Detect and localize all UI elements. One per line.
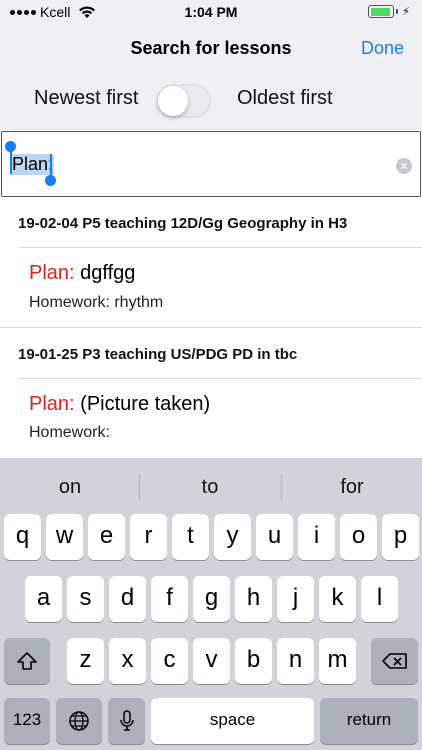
lesson-homework: Homework: xyxy=(29,424,110,441)
keyboard: on to for q w e r t y u i o p a s d f g … xyxy=(0,458,422,750)
key-s[interactable]: s xyxy=(67,576,104,622)
oldest-first-label: Oldest first xyxy=(237,87,333,109)
lesson-plan[interactable]: Plan: (Picture taken) xyxy=(29,393,210,416)
clear-icon[interactable]: × xyxy=(396,158,412,174)
key-t[interactable]: t xyxy=(172,514,209,560)
globe-key[interactable] xyxy=(56,698,102,744)
backspace-key[interactable] xyxy=(371,638,418,684)
done-button[interactable]: Done xyxy=(361,38,404,59)
key-u[interactable]: u xyxy=(256,514,293,560)
key-v[interactable]: v xyxy=(193,638,230,684)
divider xyxy=(18,247,422,248)
key-i[interactable]: i xyxy=(298,514,335,560)
page-title: Search for lessons xyxy=(130,38,292,58)
globe-icon xyxy=(69,710,89,731)
toggle-knob xyxy=(158,86,188,116)
shift-key[interactable] xyxy=(4,638,50,684)
suggestion-bar: on to for xyxy=(0,458,422,508)
key-k[interactable]: k xyxy=(319,576,356,622)
suggestion-item[interactable]: on xyxy=(0,476,140,499)
bolt-icon: ⚡ xyxy=(402,6,410,18)
key-h[interactable]: h xyxy=(235,576,272,622)
selection-end-handle[interactable] xyxy=(45,175,56,186)
microphone-icon xyxy=(119,709,134,731)
search-input-value: Plan: xyxy=(11,154,55,175)
plan-label: Plan: xyxy=(29,262,75,284)
space-key[interactable]: space xyxy=(151,698,314,744)
shift-icon xyxy=(17,651,37,670)
battery-icon: ⚡ xyxy=(368,5,410,18)
key-f[interactable]: f xyxy=(151,576,188,622)
key-j[interactable]: j xyxy=(277,576,314,622)
lesson-homework: Homework: rhythm xyxy=(29,294,164,311)
return-key[interactable]: return xyxy=(320,698,418,744)
divider xyxy=(0,327,422,328)
results-list: 19-02-04 P5 teaching 12D/Gg Geography in… xyxy=(0,198,422,458)
key-x[interactable]: x xyxy=(109,638,146,684)
sort-order-toggle[interactable] xyxy=(156,84,211,118)
key-m[interactable]: m xyxy=(319,638,356,684)
lesson-header: 19-02-04 P5 teaching 12D/Gg Geography in… xyxy=(18,215,348,232)
microphone-key[interactable] xyxy=(108,698,145,744)
search-input[interactable]: Plan: × xyxy=(1,131,421,197)
key-z[interactable]: z xyxy=(67,638,104,684)
lesson-header: 19-01-25 P3 teaching US/PDG PD in tbc xyxy=(18,346,298,363)
key-g[interactable]: g xyxy=(193,576,230,622)
newest-first-label: Newest first xyxy=(34,87,139,109)
key-c[interactable]: c xyxy=(151,638,188,684)
suggestion-item[interactable]: to xyxy=(140,476,280,499)
suggestion-item[interactable]: for xyxy=(282,476,422,499)
key-e[interactable]: e xyxy=(88,514,125,560)
key-d[interactable]: d xyxy=(109,576,146,622)
battery-level xyxy=(370,7,390,16)
key-p[interactable]: p xyxy=(382,514,419,560)
navigation-bar: Search for lessons Done xyxy=(0,26,422,72)
key-q[interactable]: q xyxy=(4,514,41,560)
key-w[interactable]: w xyxy=(46,514,83,560)
selection-start-line xyxy=(10,150,12,174)
lesson-plan[interactable]: Plan: dgffgg xyxy=(29,262,135,285)
key-y[interactable]: y xyxy=(214,514,251,560)
plan-text: dgffgg xyxy=(80,262,136,284)
key-a[interactable]: a xyxy=(25,576,62,622)
status-bar: Kcell 1:04 PM ⚡ xyxy=(0,0,422,26)
key-o[interactable]: o xyxy=(340,514,377,560)
key-b[interactable]: b xyxy=(235,638,272,684)
plan-label: Plan: xyxy=(29,393,75,415)
backspace-icon xyxy=(381,652,407,669)
sort-order-row: Newest first Oldest first xyxy=(0,72,422,130)
key-n[interactable]: n xyxy=(277,638,314,684)
key-l[interactable]: l xyxy=(361,576,398,622)
numbers-key[interactable]: 123 xyxy=(4,698,50,744)
plan-text: (Picture taken) xyxy=(80,393,211,415)
divider xyxy=(18,378,422,379)
key-r[interactable]: r xyxy=(130,514,167,560)
status-time: 1:04 PM xyxy=(184,4,238,20)
